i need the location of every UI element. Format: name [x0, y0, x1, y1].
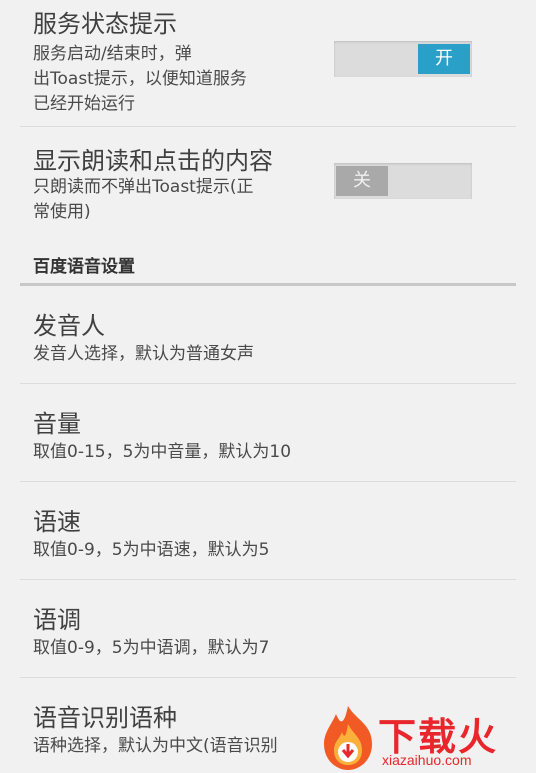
show-content-toggle[interactable]: 关	[334, 163, 472, 199]
pref-service-status[interactable]: 服务状态提示 服务启动/结束时，弹 出Toast提示，以便知道服务 已经开始运行…	[20, 0, 516, 126]
pref-title: 服务状态提示	[33, 10, 177, 38]
service-status-toggle[interactable]: 开	[334, 41, 472, 77]
pref-volume[interactable]: 音量 取值0-15，5为中音量，默认为10	[20, 384, 516, 481]
pref-title: 发音人	[33, 312, 105, 340]
pref-speed[interactable]: 语速 取值0-9，5为中语速，默认为5	[20, 482, 516, 579]
watermark-logo: 下载火 xiazaihuo.com	[316, 700, 536, 773]
category-header: 百度语音设置	[33, 257, 135, 277]
pref-title: 语音识别语种	[33, 704, 177, 732]
pref-speaker[interactable]: 发音人 发音人选择，默认为普通女声	[20, 286, 516, 383]
toggle-thumb-on: 开	[418, 44, 470, 74]
pref-summary: 语种选择，默认为中文(语音识别	[33, 736, 278, 756]
pref-summary: 取值0-15，5为中音量，默认为10	[33, 442, 292, 462]
pref-summary: 取值0-9，5为中语速，默认为5	[33, 540, 270, 560]
pref-summary: 服务启动/结束时，弹 出Toast提示，以便知道服务 已经开始运行	[33, 44, 247, 114]
pref-summary: 发音人选择，默认为普通女声	[33, 344, 254, 364]
pref-pitch[interactable]: 语调 取值0-9，5为中语调，默认为7	[20, 580, 516, 677]
flame-icon	[324, 706, 372, 770]
pref-title: 音量	[33, 410, 81, 438]
toggle-thumb-off: 关	[336, 166, 388, 196]
pref-title: 语调	[33, 606, 81, 634]
pref-title: 语速	[33, 508, 81, 536]
pref-summary: 取值0-9，5为中语调，默认为7	[33, 638, 270, 658]
pref-title: 显示朗读和点击的内容	[33, 147, 273, 175]
pref-summary: 只朗读而不弹出Toast提示(正 常使用)	[33, 177, 254, 222]
watermark-url: xiazaihuo.com	[382, 752, 472, 768]
pref-show-content[interactable]: 显示朗读和点击的内容 只朗读而不弹出Toast提示(正 常使用) 关	[20, 127, 516, 242]
